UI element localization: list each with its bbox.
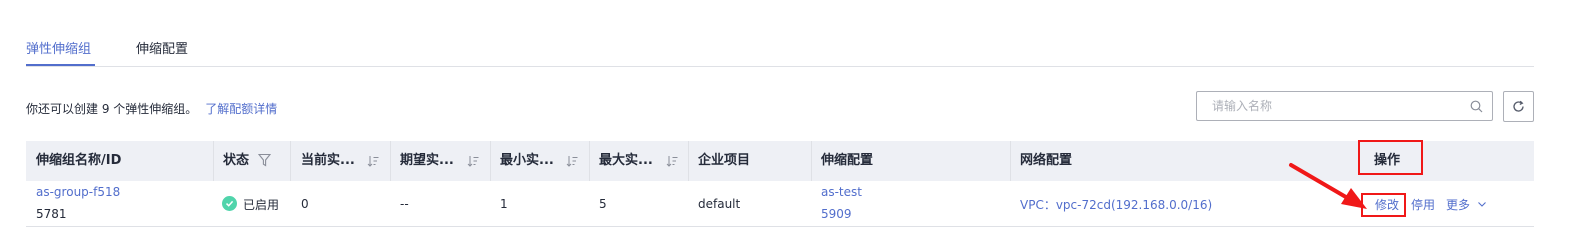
search-icon[interactable] [1470,100,1483,113]
header-status: 状态 [223,153,250,168]
sort-icon[interactable] [666,155,678,167]
refresh-icon [1513,100,1524,112]
desired-instances-value: -- [400,197,409,211]
more-button[interactable]: 更多 [1446,196,1470,213]
scaling-config-link[interactable]: as-test [821,185,862,199]
column-divider [589,141,590,181]
sort-icon[interactable] [566,155,578,167]
max-instances-value: 5 [599,197,607,211]
tab-scaling-groups[interactable]: 弹性伸缩组 [26,38,91,57]
column-divider [390,141,391,181]
group-name-link[interactable]: as-group-f518 [36,185,120,199]
network-config-link[interactable]: VPC：vpc-72cd(192.168.0.0/16) [1020,196,1212,213]
tab-scaling-configs[interactable]: 伸缩配置 [136,38,188,57]
header-current-instances: 当前实... [301,153,355,168]
header-scaling-config: 伸缩配置 [821,153,874,168]
header-enterprise-project: 企业项目 [698,153,751,168]
chevron-down-icon[interactable] [1477,199,1487,209]
current-instances-value: 0 [301,197,309,211]
active-tab-indicator [26,64,95,66]
stop-button[interactable]: 停用 [1411,196,1435,213]
quota-text: 你还可以创建 9 个弹性伸缩组。 [26,102,198,116]
column-divider [811,141,812,181]
status-text: 已启用 [243,198,280,212]
quota-details-link[interactable]: 了解配额详情 [205,102,277,116]
header-min-instances: 最小实... [500,153,554,168]
search-input[interactable] [1197,92,1461,120]
enterprise-project-value: default [698,197,741,211]
header-desired-instances: 期望实... [400,153,454,168]
header-network-config: 网络配置 [1020,153,1073,168]
sort-icon[interactable] [367,155,379,167]
tab-bar: 弹性伸缩组 伸缩配置 [26,37,1534,67]
annotation-arrow-icon [1289,163,1367,209]
refresh-button[interactable] [1503,91,1534,122]
quota-notice: 你还可以创建 9 个弹性伸缩组。 了解配额详情 [26,100,277,117]
check-circle-icon [222,196,237,211]
column-divider [490,141,491,181]
header-name: 伸缩组名称/ID [36,153,122,168]
column-divider [688,141,689,181]
column-divider [1010,141,1011,181]
min-instances-value: 1 [500,197,508,211]
column-divider [290,141,291,181]
header-max-instances: 最大实... [599,153,653,168]
search-box [1196,91,1493,121]
scaling-config-id-link[interactable]: 5909 [821,207,852,221]
filter-icon[interactable] [258,153,271,167]
sort-icon[interactable] [467,155,479,167]
group-id: 5781 [36,207,67,221]
column-divider [213,141,214,181]
